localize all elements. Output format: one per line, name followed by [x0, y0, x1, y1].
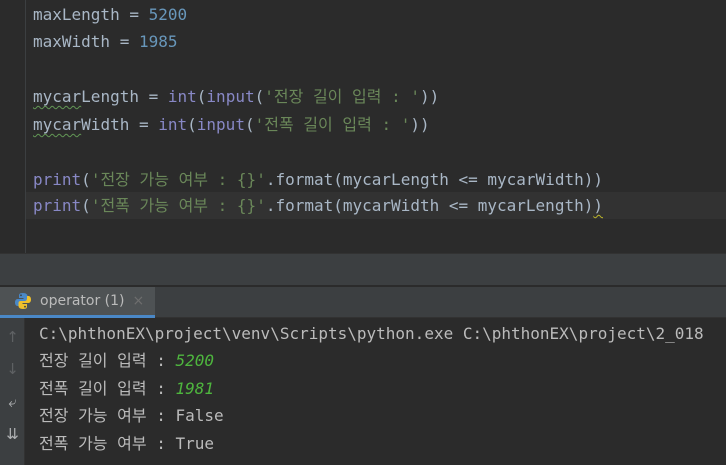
code-token: mycar	[33, 87, 82, 106]
code-token: maxWidth	[33, 32, 111, 51]
tab-operator[interactable]: operator (1) ×	[0, 287, 155, 318]
code-token: (	[196, 87, 207, 106]
code-token: 5200	[148, 5, 188, 24]
code-token: print	[33, 196, 82, 215]
console-command-line: C:\phthonEX\project\venv\Scripts\python.…	[39, 324, 704, 343]
code-token: '전장 가능 여부 : {}'	[90, 170, 266, 189]
scroll-to-end-icon[interactable]: ⇊	[0, 422, 25, 446]
panel-splitter[interactable]	[0, 253, 726, 285]
code-editor[interactable]: maxLength = 5200 maxWidth = 1985 mycarLe…	[0, 0, 726, 253]
code-token: print	[33, 170, 82, 189]
code-token: int	[167, 87, 197, 106]
code-token: =	[119, 5, 149, 24]
code-token: maxLength	[33, 5, 120, 24]
code-token: input	[196, 115, 245, 134]
console-line: 전폭 가능 여부 : True	[39, 434, 215, 453]
code-token: (	[244, 115, 255, 134]
console-user-input: 1981	[175, 379, 215, 398]
console-line: 전장 길이 입력 : 5200	[39, 347, 214, 374]
soft-wrap-icon[interactable]: ⤶	[0, 390, 25, 414]
console-prompt: 전폭 길이 입력 :	[39, 379, 176, 398]
code-token: ))	[410, 115, 430, 134]
code-token: int	[158, 115, 188, 134]
arrow-up-icon[interactable]: ↑	[0, 325, 25, 349]
tab-label: operator (1)	[40, 293, 125, 309]
code-token: Width =	[81, 115, 159, 134]
console-prompt: 전장 길이 입력 :	[39, 351, 176, 370]
code-token: '전장 길이 입력 : '	[264, 87, 420, 106]
console-line: 전폭 길이 입력 : 1981	[39, 375, 214, 402]
code-token: )	[593, 196, 603, 215]
close-icon[interactable]: ×	[133, 293, 145, 309]
console-line: 전장 가능 여부 : False	[39, 406, 224, 425]
arrow-down-icon[interactable]: ↓	[0, 357, 25, 381]
code-line-8[interactable]: print('전폭 가능 여부 : {}'.format(mycarWidth …	[33, 192, 603, 219]
code-token: '전폭 가능 여부 : {}'	[90, 196, 266, 215]
code-token: (	[81, 196, 91, 215]
console-user-input: 5200	[175, 351, 215, 370]
code-token: '전폭 길이 입력 : '	[254, 115, 411, 134]
code-token: mycar	[33, 115, 82, 134]
code-token: (	[81, 170, 91, 189]
code-token: .format(mycarWidth <= mycarLength)	[265, 196, 594, 215]
code-line-2[interactable]: maxWidth = 1985	[33, 28, 178, 55]
code-token: (	[254, 87, 265, 106]
code-token: 1985	[138, 32, 178, 51]
code-token: ))	[419, 87, 440, 106]
run-toolbar: ↑ ↓ ⤶ ⇊	[0, 318, 25, 465]
code-line-7[interactable]: print('전장 가능 여부 : {}'.format(mycarLength…	[33, 166, 603, 193]
code-token: .format(mycarLength <= mycarWidth))	[265, 170, 603, 189]
code-line-5[interactable]: mycarWidth = int(input('전폭 길이 입력 : '))	[33, 111, 430, 138]
run-tab-bar: operator (1) ×	[0, 287, 726, 318]
code-token: input	[206, 87, 255, 106]
code-line-4[interactable]: mycarLength = int(input('전장 길이 입력 : '))	[33, 83, 439, 110]
code-token: Length =	[81, 87, 168, 106]
code-token: (	[187, 115, 197, 134]
code-token: =	[110, 32, 139, 51]
python-icon	[14, 292, 32, 310]
code-line-1[interactable]: maxLength = 5200	[33, 1, 187, 28]
console-output[interactable]: C:\phthonEX\project\venv\Scripts\python.…	[26, 318, 726, 465]
